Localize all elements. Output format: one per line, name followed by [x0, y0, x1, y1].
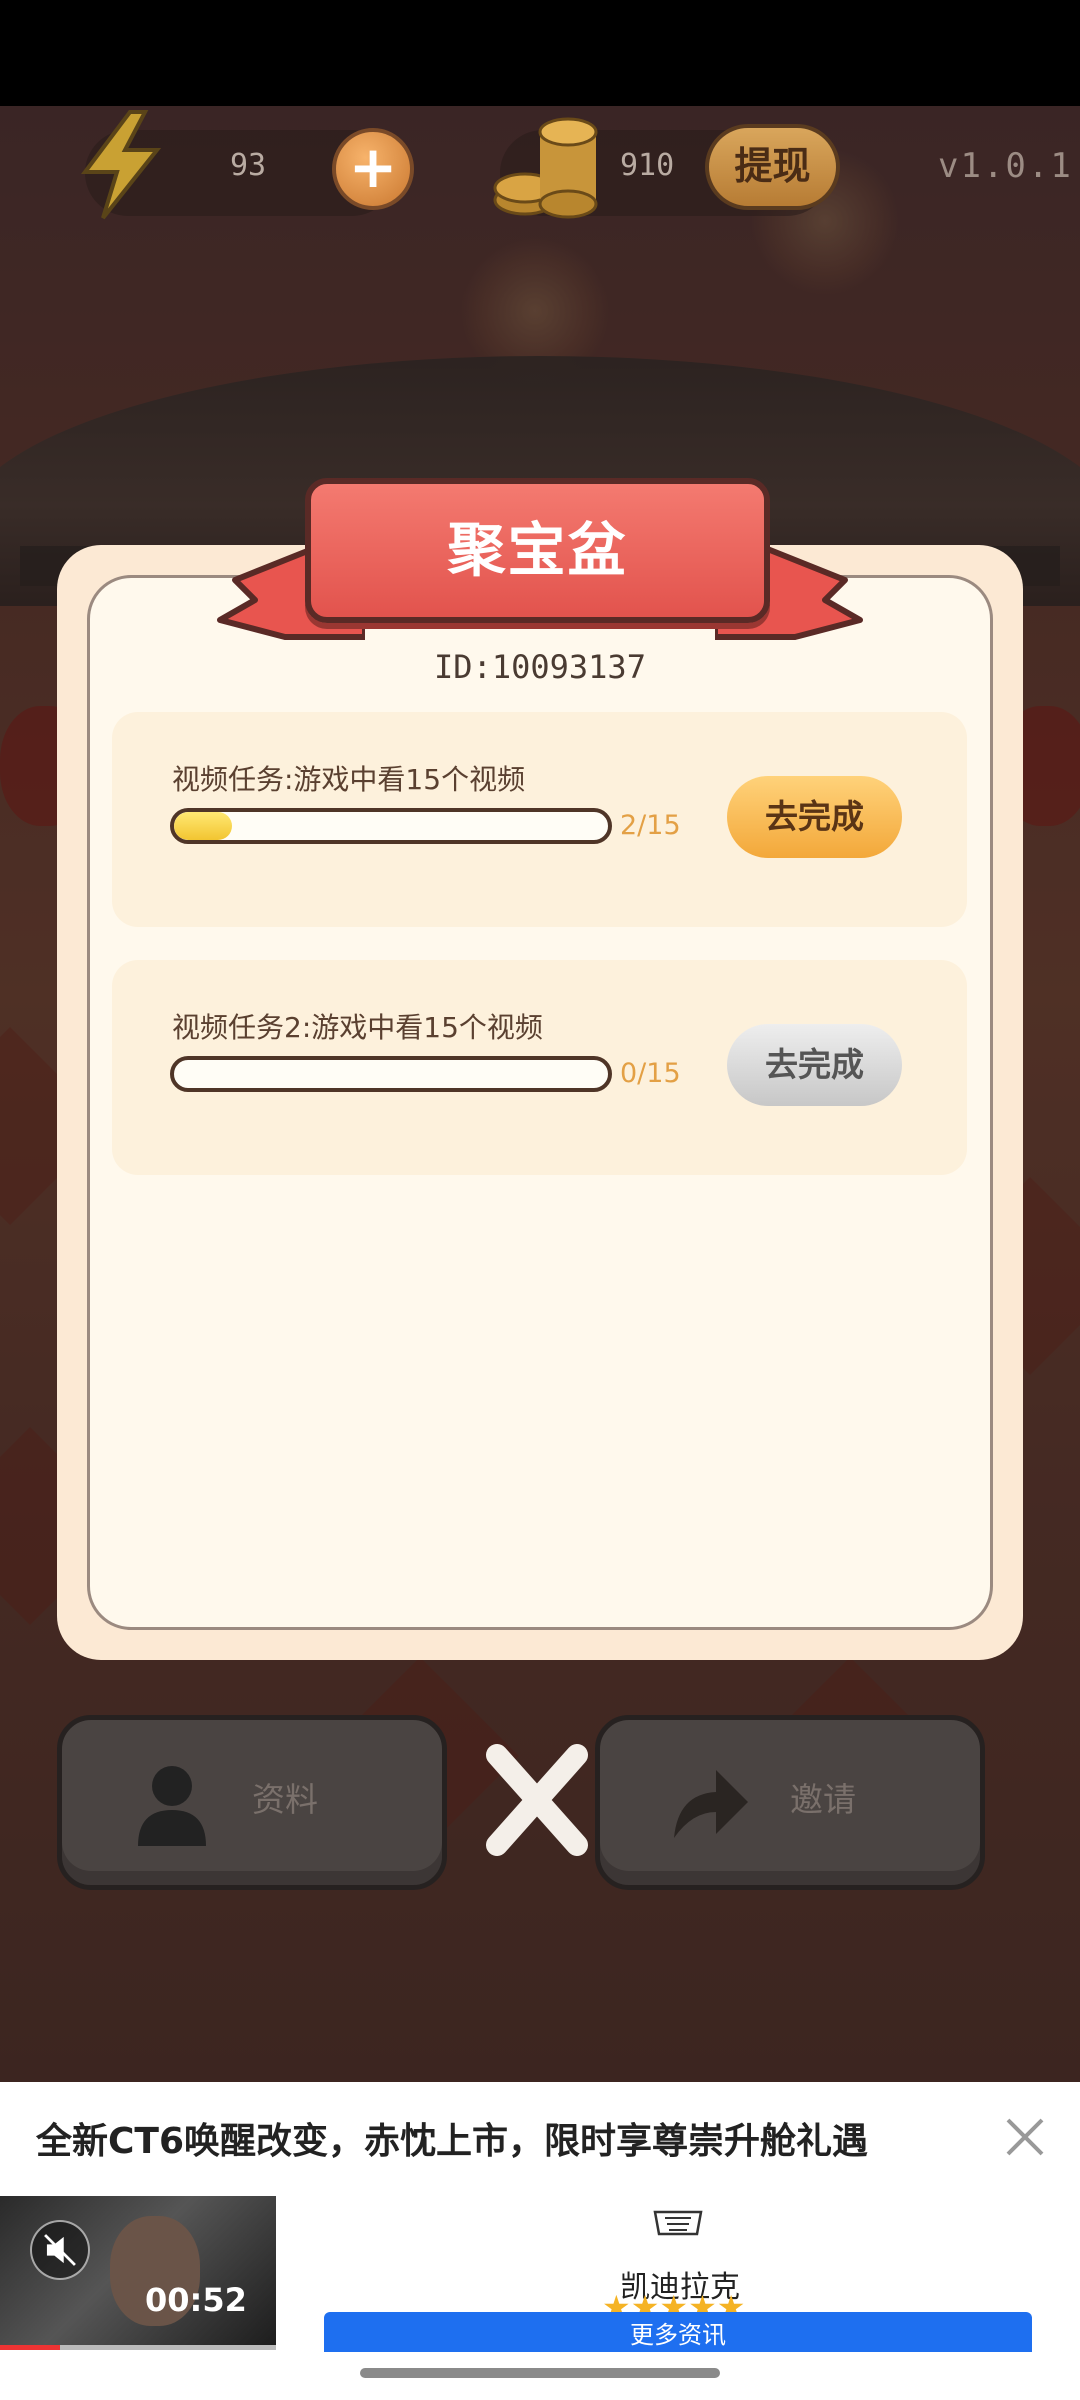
brand-name: 凯迪拉克 [620, 2270, 740, 2305]
close-icon[interactable] [482, 1740, 592, 1860]
profile-label: 资料 [252, 1780, 318, 1819]
invite-button[interactable]: 邀请 [595, 1715, 985, 1890]
task-progress-fill [174, 812, 232, 840]
dialog-title-ribbon: 聚宝盆 [305, 478, 770, 623]
task-card: 视频任务:游戏中看15个视频 2/15 去完成 [112, 712, 967, 927]
add-energy-button[interactable]: + [332, 128, 414, 210]
withdraw-button[interactable]: 提现 [705, 124, 840, 210]
energy-value: 93 [230, 148, 267, 183]
video-progress [0, 2345, 276, 2350]
dialog-title: 聚宝盆 [447, 516, 628, 584]
person-icon [138, 1766, 206, 1846]
share-arrow-icon [674, 1770, 748, 1838]
ad-banner[interactable]: 全新CT6唤醒改变，赤忱上市，限时享尊崇升舱礼遇 00:52 [0, 2082, 1080, 2400]
home-indicator[interactable] [360, 2368, 720, 2378]
complete-task-button[interactable]: 去完成 [727, 776, 902, 858]
ad-close-icon[interactable] [1000, 2112, 1050, 2162]
task-title: 视频任务2:游戏中看15个视频 [172, 1011, 543, 1044]
coins-value: 910 [620, 148, 675, 183]
ad-title[interactable]: 全新CT6唤醒改变，赤忱上市，限时享尊崇升舱礼遇 [36, 2112, 868, 2164]
task-progress-count: 0/15 [620, 1058, 681, 1089]
more-info-button[interactable]: 更多资讯 [324, 2312, 1032, 2352]
task-card: 视频任务2:游戏中看15个视频 0/15 去完成 [112, 960, 967, 1175]
invite-label: 邀请 [790, 1780, 856, 1819]
plus-icon: + [348, 133, 398, 201]
task-progress-bar [170, 808, 612, 844]
status-bar [0, 0, 1080, 106]
version-label: v1.0.1 [938, 146, 1073, 186]
complete-task-button[interactable]: 去完成 [727, 1024, 902, 1106]
task-progress-count: 2/15 [620, 810, 681, 841]
coins-icon [493, 117, 598, 219]
task-progress-bar [170, 1056, 612, 1092]
profile-button[interactable]: 资料 [57, 1715, 447, 1890]
task-title: 视频任务:游戏中看15个视频 [172, 763, 526, 796]
player-id: ID:10093137 [434, 648, 646, 686]
cadillac-logo-icon [653, 2210, 703, 2236]
lightning-icon [81, 110, 162, 220]
